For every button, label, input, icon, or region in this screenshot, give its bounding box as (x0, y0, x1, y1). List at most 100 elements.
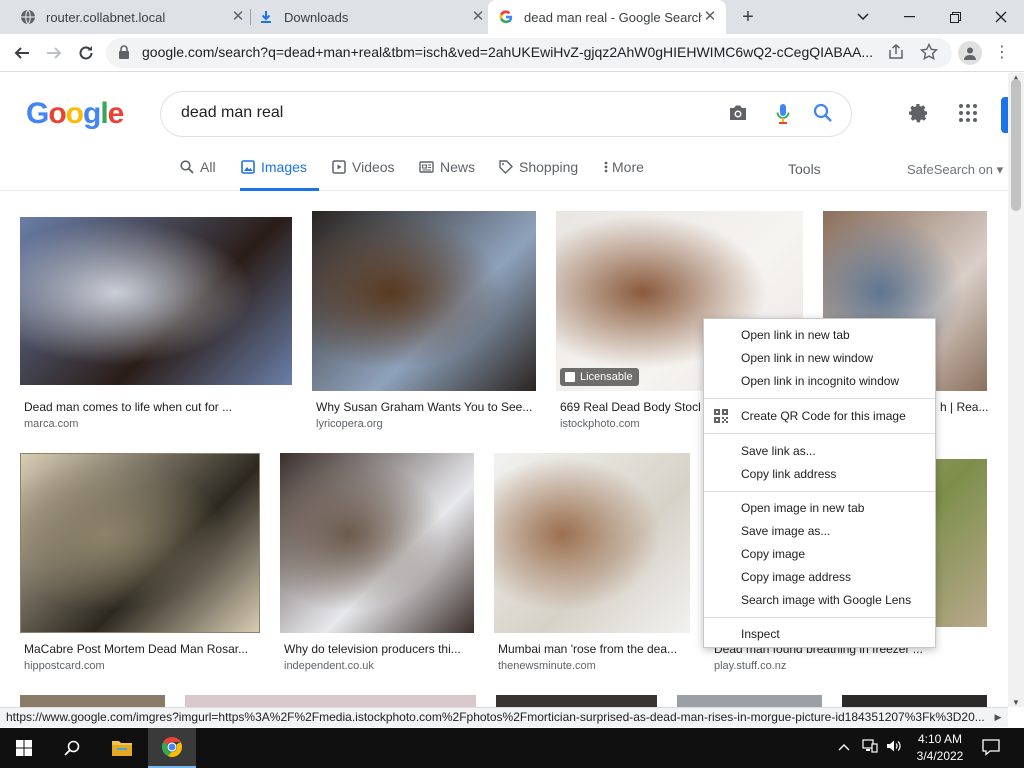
bookmark-star-icon[interactable] (919, 42, 939, 66)
chevron-up-icon[interactable] (838, 739, 850, 754)
result-image[interactable] (496, 695, 657, 707)
file-explorer-icon[interactable] (98, 728, 146, 768)
tab-images[interactable]: Images (240, 159, 319, 191)
menu-save-image-as[interactable]: Save image as... (704, 520, 935, 542)
microphone-icon[interactable] (776, 103, 790, 130)
tab-news[interactable]: News (419, 159, 475, 189)
result-image[interactable] (494, 453, 690, 633)
tab-label: All (200, 159, 216, 175)
gear-icon[interactable] (906, 101, 930, 130)
share-icon[interactable] (888, 44, 904, 65)
menu-open-link-incognito[interactable]: Open link in incognito window (704, 370, 935, 392)
search-icon[interactable] (48, 728, 96, 768)
logo-letter: l (100, 97, 108, 130)
menu-save-link-as[interactable]: Save link as... (704, 440, 935, 462)
address-bar[interactable]: google.com/search?q=dead+man+real&tbm=is… (106, 38, 952, 68)
result-caption[interactable]: 669 Real Dead Body Stock Ph... (560, 400, 700, 414)
menu-separator (704, 398, 935, 399)
back-arrow-icon[interactable] (8, 39, 36, 67)
result-domain[interactable]: thenewsminute.com (498, 660, 596, 672)
result-domain[interactable]: lyricopera.org (316, 418, 383, 430)
menu-copy-link-address[interactable]: Copy link address (704, 463, 935, 485)
tab-search-icon[interactable] (840, 0, 886, 34)
tab-close-icon[interactable]: ✕ (230, 9, 246, 25)
search-box[interactable]: dead man real (160, 91, 852, 137)
result-domain[interactable]: hippostcard.com (24, 660, 105, 672)
result-image[interactable] (677, 695, 822, 707)
result-image[interactable] (20, 453, 260, 633)
tab-close-icon[interactable]: ✕ (470, 9, 486, 25)
menu-copy-image[interactable]: Copy image (704, 543, 935, 565)
tab-router[interactable]: router.collabnet.local ✕ (20, 0, 246, 34)
tab-more[interactable]: More (604, 159, 644, 189)
result-domain[interactable]: istockphoto.com (560, 418, 639, 430)
system-clock[interactable]: 4:10 AM 3/4/2022 (908, 731, 972, 765)
close-window-icon[interactable] (978, 0, 1024, 34)
notification-icon[interactable] (982, 738, 1000, 761)
reload-icon[interactable] (72, 39, 100, 67)
sign-in-button[interactable] (1001, 97, 1008, 133)
menu-inspect[interactable]: Inspect (704, 623, 935, 645)
tab-shopping[interactable]: Shopping (499, 159, 578, 189)
lock-icon[interactable] (118, 45, 130, 64)
network-icon[interactable] (862, 739, 878, 756)
restore-icon[interactable] (932, 0, 978, 34)
result-domain[interactable]: play.stuff.co.nz (714, 660, 786, 672)
result-image[interactable] (20, 217, 292, 385)
result-image[interactable] (20, 695, 165, 707)
google-logo[interactable]: Google (26, 97, 124, 131)
menu-open-link-new-tab[interactable]: Open link in new tab (704, 324, 935, 346)
result-caption[interactable]: Why Susan Graham Wants You to See... (316, 400, 536, 414)
tab-separator (250, 9, 251, 25)
tag-icon (499, 160, 513, 177)
scrollbar-thumb[interactable] (1011, 79, 1021, 211)
result-caption[interactable]: h | Rea... (940, 400, 988, 414)
tab-label: Videos (352, 159, 395, 175)
vertical-scrollbar[interactable]: ▲ ▼ (1008, 73, 1024, 707)
result-image[interactable] (842, 695, 987, 707)
volume-icon[interactable] (886, 739, 902, 756)
menu-separator (704, 433, 935, 434)
tab-downloads[interactable]: Downloads ✕ (258, 0, 486, 34)
browser-menu-icon[interactable]: ⋮ (994, 42, 1010, 64)
new-tab-button[interactable]: + (738, 6, 758, 28)
tab-close-icon[interactable]: ✕ (702, 9, 718, 25)
result-domain[interactable]: marca.com (24, 418, 78, 430)
result-image[interactable] (185, 695, 476, 707)
dots-vertical-icon (604, 160, 608, 177)
chrome-icon[interactable] (148, 728, 196, 768)
tab-title: router.collabnet.local (46, 9, 166, 25)
menu-create-qr-code[interactable]: Create QR Code for this image (704, 405, 935, 427)
scroll-down-arrow-icon[interactable]: ▼ (1012, 698, 1020, 707)
tools-button[interactable]: Tools (788, 161, 821, 177)
menu-search-with-google-lens[interactable]: Search image with Google Lens (704, 589, 935, 611)
safesearch-dropdown[interactable]: SafeSearch on ▾ (907, 162, 1003, 178)
forward-arrow-icon[interactable] (40, 39, 68, 67)
result-domain[interactable]: independent.co.uk (284, 660, 374, 672)
camera-icon[interactable] (728, 104, 748, 127)
profile-avatar-icon[interactable] (958, 41, 982, 65)
result-caption[interactable]: MaCabre Post Mortem Dead Man Rosar... (24, 642, 260, 656)
menu-copy-image-address[interactable]: Copy image address (704, 566, 935, 588)
scroll-right-arrow-icon[interactable]: ▶ (990, 709, 1006, 725)
tab-videos[interactable]: Videos (332, 159, 395, 189)
search-input[interactable]: dead man real (181, 104, 283, 122)
apps-grid-icon[interactable] (958, 103, 978, 128)
windows-start-icon[interactable] (0, 728, 48, 768)
minimize-icon[interactable] (886, 0, 932, 34)
tab-google-search[interactable]: dead man real - Google Search ✕ (488, 0, 726, 34)
menu-separator (704, 617, 935, 618)
result-caption[interactable]: Dead man comes to life when cut for ... (24, 400, 292, 414)
tab-strip: router.collabnet.local ✕ Downloads ✕ dea… (0, 0, 1024, 34)
url-text[interactable]: google.com/search?q=dead+man+real&tbm=is… (142, 44, 882, 60)
result-caption[interactable]: Mumbai man 'rose from the dea... (498, 642, 690, 656)
search-icon[interactable] (813, 103, 833, 128)
result-image[interactable] (312, 211, 536, 391)
google-icon (498, 9, 514, 25)
tab-all[interactable]: All (180, 159, 216, 189)
result-caption[interactable]: Why do television producers thi... (284, 642, 474, 656)
result-image[interactable] (280, 453, 474, 633)
menu-open-image-new-tab[interactable]: Open image in new tab (704, 497, 935, 519)
menu-open-link-new-window[interactable]: Open link in new window (704, 347, 935, 369)
tab-title: dead man real - Google Search (524, 9, 702, 25)
